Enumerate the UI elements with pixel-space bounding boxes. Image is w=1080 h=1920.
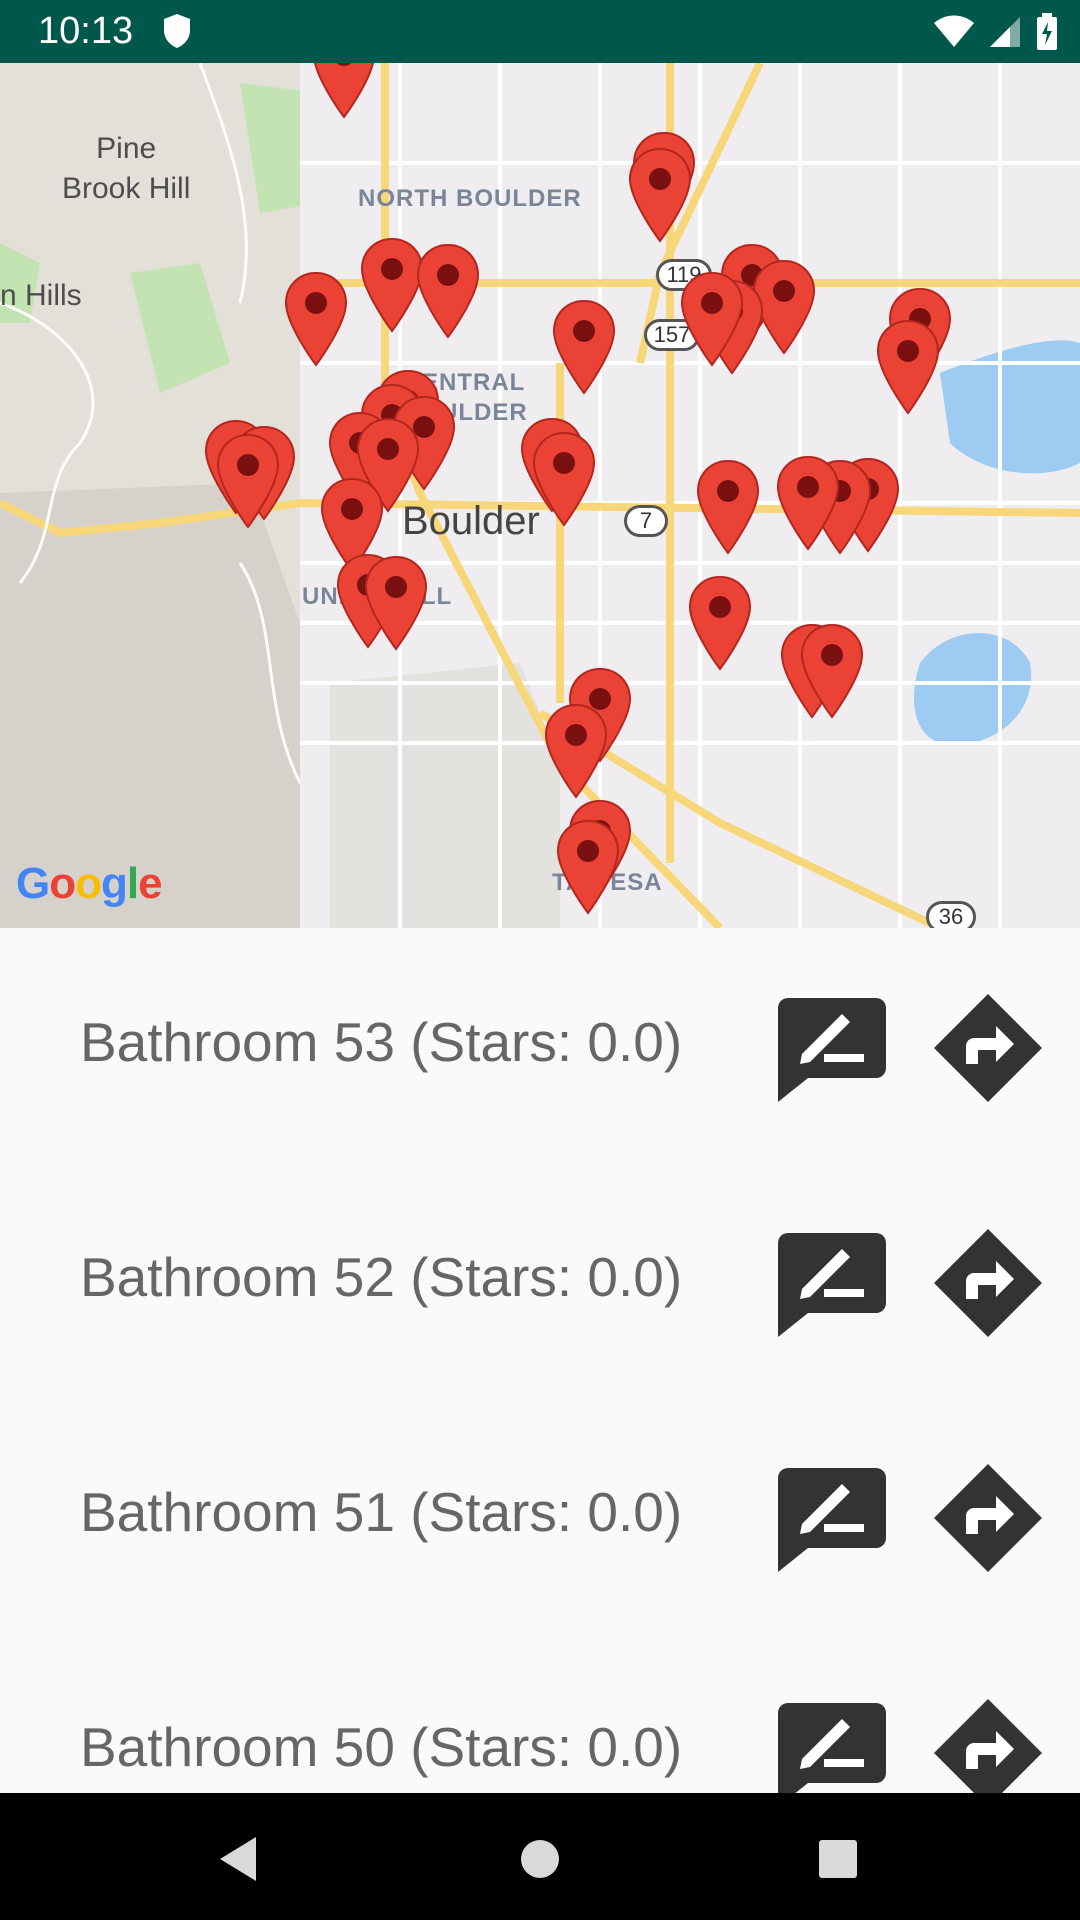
bathroom-list[interactable]: Bathroom 53 (Stars: 0.0) Bathroom 52 (St… [0, 928, 1080, 1793]
map-marker[interactable] [364, 555, 428, 651]
map-marker[interactable] [680, 271, 744, 367]
bathroom-label[interactable]: Bathroom 52 (Stars: 0.0) [80, 1245, 682, 1309]
status-bar: 10:13 [0, 0, 1080, 63]
map-marker[interactable] [416, 243, 480, 339]
map-marker[interactable] [284, 271, 348, 367]
map-marker[interactable] [544, 703, 608, 799]
map-marker[interactable] [312, 63, 376, 119]
recents-icon[interactable] [808, 1829, 868, 1889]
map-marker[interactable] [552, 299, 616, 395]
rate-review-icon[interactable] [776, 1462, 888, 1574]
map-marker[interactable] [876, 319, 940, 415]
status-time: 10:13 [38, 10, 134, 52]
map-marker[interactable] [776, 455, 840, 551]
map-view[interactable]: Pine Brook Hill n Hills NORTH BOULDER EN… [0, 63, 1080, 928]
map-marker[interactable] [556, 819, 620, 915]
bathroom-label[interactable]: Bathroom 50 (Stars: 0.0) [80, 1715, 682, 1779]
map-label-pine-brook-hill: Pine Brook Hill [62, 132, 191, 205]
list-item[interactable]: Bathroom 51 (Stars: 0.0) [0, 1398, 1080, 1633]
navigation-bar [0, 1793, 1080, 1920]
route-shield-36: 36 [926, 901, 976, 928]
google-logo: Google [16, 859, 163, 908]
status-icons [934, 12, 1058, 52]
map-marker[interactable] [532, 431, 596, 527]
home-icon[interactable] [510, 1829, 570, 1889]
directions-icon[interactable] [932, 1227, 1044, 1339]
back-icon[interactable] [212, 1829, 272, 1889]
map-label-hills: n Hills [0, 279, 82, 312]
map-marker[interactable] [800, 623, 864, 719]
map-marker[interactable] [696, 459, 760, 555]
wifi-icon [934, 15, 974, 47]
bathroom-label[interactable]: Bathroom 51 (Stars: 0.0) [80, 1480, 682, 1544]
battery-charging-icon [1037, 13, 1057, 50]
directions-icon[interactable] [932, 1462, 1044, 1574]
map-marker[interactable] [360, 237, 424, 333]
directions-icon[interactable] [932, 992, 1044, 1104]
map-marker[interactable] [688, 575, 752, 671]
signal-icon [990, 17, 1020, 47]
shield-icon [164, 14, 190, 48]
rate-review-icon[interactable] [776, 992, 888, 1104]
map-marker[interactable] [628, 147, 692, 243]
list-item[interactable]: Bathroom 53 (Stars: 0.0) [0, 928, 1080, 1163]
bathroom-label[interactable]: Bathroom 53 (Stars: 0.0) [80, 1010, 682, 1074]
list-item[interactable]: Bathroom 52 (Stars: 0.0) [0, 1163, 1080, 1398]
rate-review-icon[interactable] [776, 1227, 888, 1339]
directions-icon[interactable] [932, 1697, 1044, 1793]
rate-review-icon[interactable] [776, 1697, 888, 1793]
map-label-north-boulder: NORTH BOULDER [358, 185, 582, 212]
list-item[interactable]: Bathroom 50 (Stars: 0.0) [0, 1633, 1080, 1793]
route-shield-7: 7 [624, 505, 668, 537]
map-marker[interactable] [216, 433, 280, 529]
